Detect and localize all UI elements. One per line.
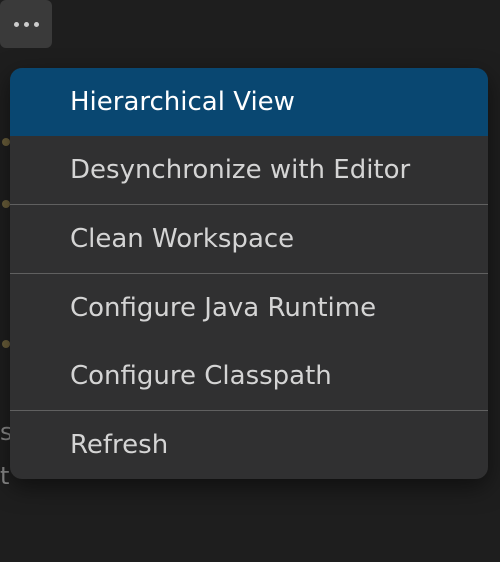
menu-item-configure-java-runtime[interactable]: Configure Java Runtime (10, 274, 488, 342)
menu-item-hierarchical-view[interactable]: Hierarchical View (10, 68, 488, 136)
menu-item-refresh[interactable]: Refresh (10, 411, 488, 479)
menu-item-label: Clean Workspace (70, 224, 294, 254)
background-marker (2, 200, 10, 208)
menu-item-label: Desynchronize with Editor (70, 155, 410, 185)
menu-item-configure-classpath[interactable]: Configure Classpath (10, 342, 488, 410)
background-marker (2, 340, 10, 348)
menu-item-label: Configure Classpath (70, 361, 332, 391)
menu-item-label: Hierarchical View (70, 87, 295, 117)
more-horizontal-icon (14, 22, 39, 27)
menu-item-label: Refresh (70, 430, 168, 460)
menu-item-clean-workspace[interactable]: Clean Workspace (10, 205, 488, 273)
context-menu: Hierarchical View Desynchronize with Edi… (10, 68, 488, 479)
more-options-button[interactable] (0, 0, 52, 48)
menu-item-label: Configure Java Runtime (70, 293, 376, 323)
background-marker (2, 138, 10, 146)
menu-item-desynchronize[interactable]: Desynchronize with Editor (10, 136, 488, 204)
